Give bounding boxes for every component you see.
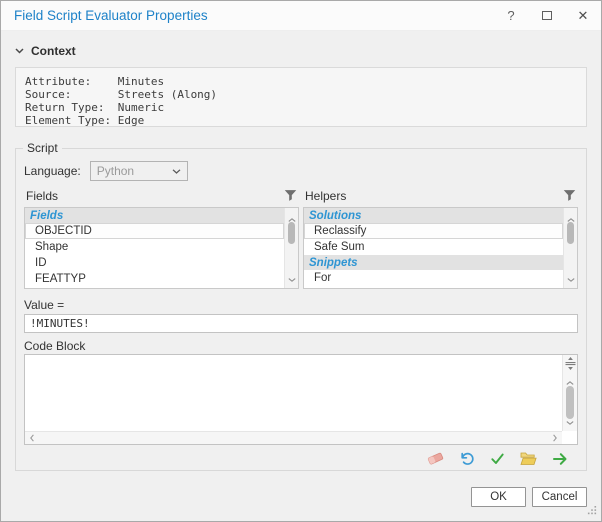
code-block-input[interactable] bbox=[25, 355, 562, 431]
filter-icon[interactable] bbox=[563, 189, 576, 202]
close-button[interactable]: ✕ bbox=[565, 2, 601, 30]
fields-label: Fields bbox=[26, 189, 58, 203]
resize-grip[interactable] bbox=[587, 504, 597, 518]
window-controls: ? ✕ bbox=[493, 2, 601, 30]
helpers-label-row: Helpers bbox=[303, 187, 578, 204]
scrollbar-thumb[interactable] bbox=[288, 222, 295, 244]
dialog-buttons-row: OK Cancel bbox=[15, 487, 587, 507]
scroll-down-icon[interactable] bbox=[285, 271, 298, 285]
code-block-label-row: Code Block bbox=[24, 339, 578, 353]
context-info-box: Attribute: Minutes Source: Streets (Alon… bbox=[15, 67, 587, 127]
value-label: Value = bbox=[24, 298, 64, 312]
maximize-icon bbox=[542, 11, 552, 20]
value-input[interactable] bbox=[24, 314, 578, 333]
helpers-scrollbar[interactable] bbox=[563, 208, 577, 288]
helpers-listbox: Solutions Reclassify Safe Sum Snippets F… bbox=[303, 207, 578, 289]
scroll-down-icon[interactable] bbox=[564, 271, 577, 285]
list-item[interactable]: Safe Sum bbox=[304, 239, 563, 255]
cancel-button[interactable]: Cancel bbox=[532, 487, 587, 507]
field-script-evaluator-dialog: Field Script Evaluator Properties ? ✕ Co… bbox=[0, 0, 602, 522]
chevron-down-icon bbox=[172, 169, 181, 174]
helpers-label: Helpers bbox=[305, 189, 346, 203]
list-item[interactable]: OBJECTID bbox=[25, 223, 284, 239]
helpers-column: Helpers Solutions Reclassify Safe Sum Sn… bbox=[303, 187, 578, 289]
fields-scrollbar[interactable] bbox=[284, 208, 298, 288]
export-arrow-icon[interactable] bbox=[551, 450, 568, 467]
fields-listbox: Fields OBJECTID Shape ID FEATTYP bbox=[24, 207, 299, 289]
context-details-text: Attribute: Minutes Source: Streets (Alon… bbox=[16, 68, 586, 127]
code-block-area bbox=[24, 354, 578, 445]
close-icon: ✕ bbox=[578, 8, 589, 24]
maximize-button[interactable] bbox=[529, 2, 565, 30]
helpers-group-header: Solutions bbox=[304, 208, 563, 223]
ok-button[interactable]: OK bbox=[471, 487, 526, 507]
undo-icon[interactable] bbox=[458, 450, 475, 467]
code-vertical-scrollbar[interactable] bbox=[562, 355, 577, 431]
script-groupbox: Script Language: Python Fields bbox=[15, 148, 587, 471]
context-section-label: Context bbox=[31, 44, 76, 58]
language-value: Python bbox=[97, 164, 134, 178]
open-folder-icon[interactable] bbox=[520, 450, 537, 467]
script-actions-row bbox=[24, 445, 578, 472]
filter-icon[interactable] bbox=[284, 189, 297, 202]
list-item[interactable]: FEATTYP bbox=[25, 271, 284, 287]
list-item[interactable]: Reclassify bbox=[304, 223, 563, 239]
splitter-handle-icon[interactable] bbox=[564, 357, 577, 373]
scrollbar-thumb[interactable] bbox=[567, 222, 574, 244]
language-row: Language: Python bbox=[24, 161, 578, 181]
scroll-left-icon[interactable] bbox=[30, 434, 34, 442]
helpers-group-header: Snippets bbox=[304, 255, 563, 270]
scroll-down-icon[interactable] bbox=[563, 414, 577, 428]
checkmark-icon[interactable] bbox=[489, 450, 506, 467]
title-bar: Field Script Evaluator Properties ? ✕ bbox=[1, 1, 601, 31]
script-group-label: Script bbox=[23, 141, 62, 155]
lists-row: Fields Fields OBJECTID Shape ID FEATTYP bbox=[24, 187, 578, 289]
list-item[interactable]: For bbox=[304, 270, 563, 286]
language-label: Language: bbox=[24, 164, 81, 178]
eraser-icon[interactable] bbox=[427, 450, 444, 467]
context-section-header[interactable]: Context bbox=[15, 43, 587, 59]
window-title: Field Script Evaluator Properties bbox=[14, 8, 208, 23]
help-button[interactable]: ? bbox=[493, 2, 529, 30]
fields-group-header: Fields bbox=[25, 208, 284, 223]
fields-label-row: Fields bbox=[24, 187, 299, 204]
value-label-row: Value = bbox=[24, 298, 578, 312]
code-block-label: Code Block bbox=[24, 339, 85, 353]
list-item[interactable]: ID bbox=[25, 255, 284, 271]
help-icon: ? bbox=[507, 8, 514, 23]
scroll-right-icon[interactable] bbox=[553, 434, 557, 442]
chevron-down-icon bbox=[15, 48, 24, 54]
code-horizontal-scrollbar[interactable] bbox=[25, 431, 562, 444]
list-item[interactable]: Shape bbox=[25, 239, 284, 255]
language-dropdown[interactable]: Python bbox=[90, 161, 188, 181]
fields-column: Fields Fields OBJECTID Shape ID FEATTYP bbox=[24, 187, 299, 289]
